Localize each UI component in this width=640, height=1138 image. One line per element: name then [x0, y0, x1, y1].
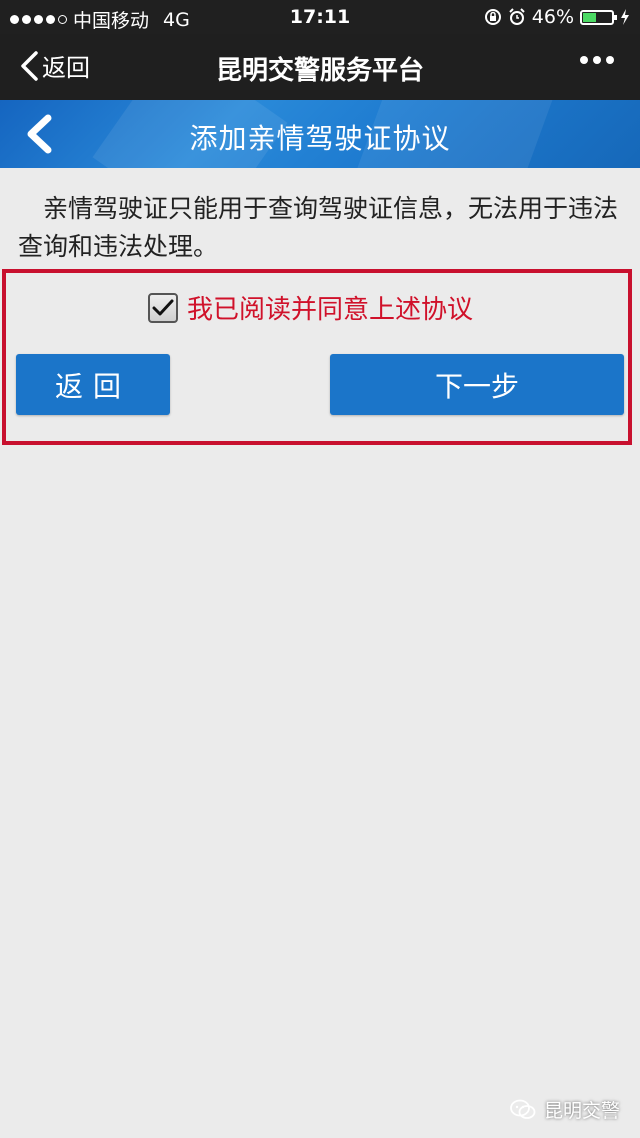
- rotation-lock-icon: [484, 9, 501, 25]
- back-button[interactable]: 返回: [16, 354, 170, 415]
- checkmark-icon: [152, 299, 174, 315]
- agree-checkbox[interactable]: [148, 292, 178, 323]
- battery-icon: [580, 9, 617, 25]
- wechat-icon: [510, 1099, 536, 1119]
- page-header: 添加亲情驾驶证协议: [0, 100, 640, 168]
- page-title: 添加亲情驾驶证协议: [189, 122, 451, 155]
- status-bar: 中国移动 4G 17:11 46%: [0, 0, 640, 34]
- nav-bar: 返回 昆明交警服务平台: [0, 34, 640, 100]
- more-menu-icon[interactable]: [580, 56, 614, 64]
- agree-label: 我已阅读并同意上述协议: [187, 295, 474, 325]
- status-right: 46%: [484, 6, 630, 28]
- watermark: 昆明交警: [510, 1096, 620, 1123]
- nav-title: 昆明交警服务平台: [215, 56, 424, 86]
- agree-checkbox-row[interactable]: 我已阅读并同意上述协议: [148, 289, 473, 326]
- agreement-description: 亲情驾驶证只能用于查询驾驶证信息，无法用于违法查询和违法处理。: [18, 194, 619, 261]
- alarm-icon: [509, 8, 525, 25]
- charging-icon: [621, 9, 629, 25]
- battery-percent: 46%: [531, 6, 574, 28]
- next-step-button[interactable]: 下一步: [330, 354, 624, 415]
- watermark-text: 昆明交警: [543, 1100, 620, 1122]
